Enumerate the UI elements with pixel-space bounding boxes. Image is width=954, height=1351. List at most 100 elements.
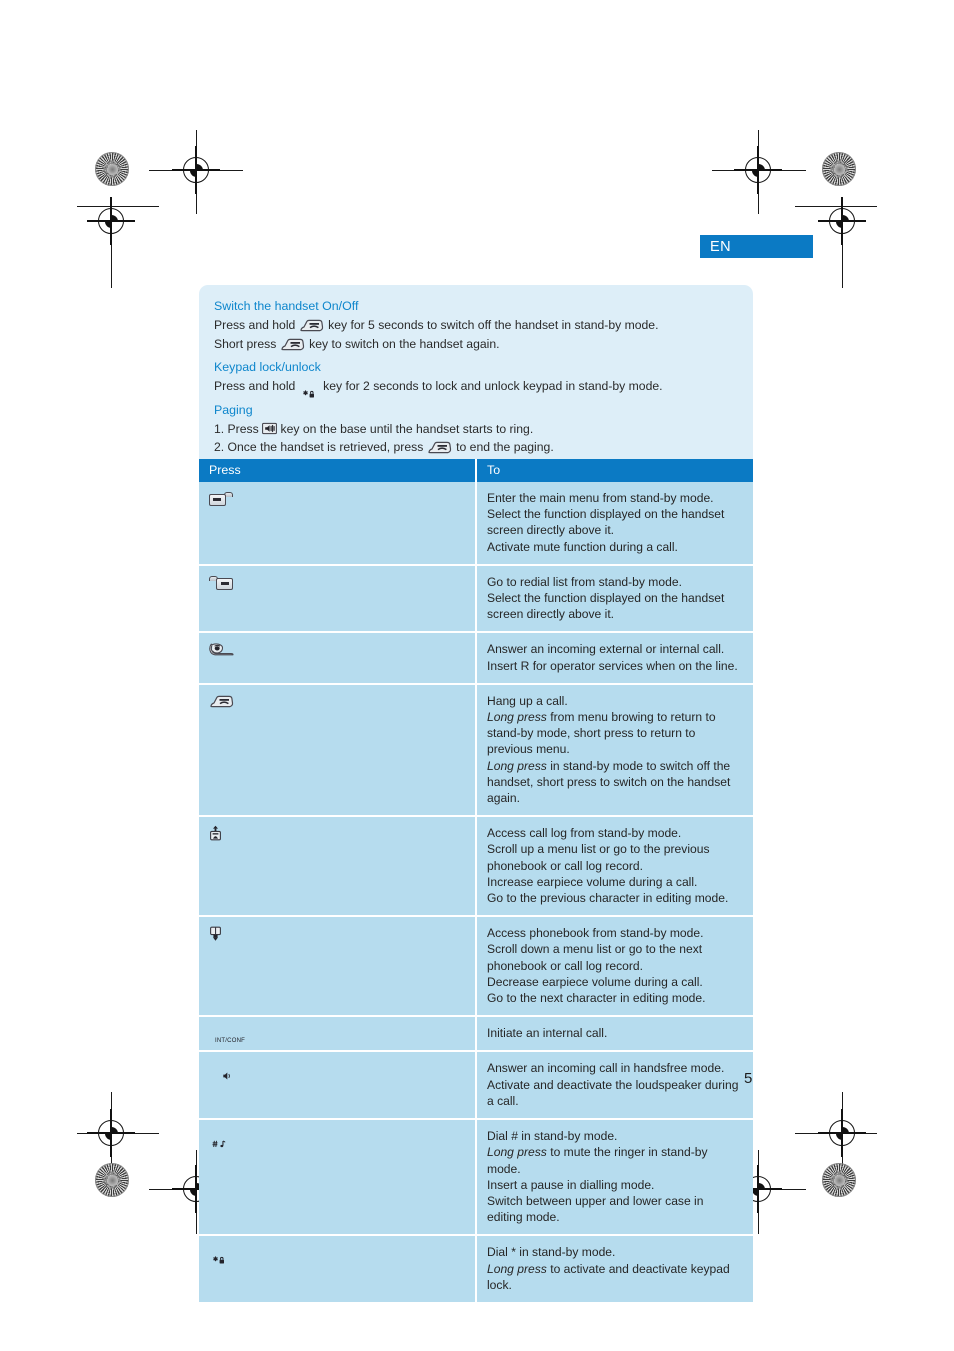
section-heading: Switch the handset On/Off [214,299,359,313]
instructions-panel: Switch the handset On/Off Press and hold… [199,285,753,470]
section-heading: Keypad lock/unlock [214,360,321,374]
description-line: Increase earpiece volume during a call. [487,874,698,889]
description-line: Long press to mute the ringer in stand-b… [487,1144,739,1176]
section-switch-handset: Switch the handset On/Off Press and hold… [214,297,737,353]
nav-up-key-icon [209,825,222,842]
press-cell: INT/CONF [199,1016,477,1053]
instruction-line: 1. Press key on the base until the hands… [214,420,737,439]
hangup-key-icon [427,440,453,455]
instruction-line: 2. Once the handset is retrieved, press … [214,438,737,457]
instruction-text-post: key on the base until the handset starts… [280,421,534,436]
description-line: Activate and deactivate the loudspeaker … [487,1077,739,1108]
instruction-line: Press and hold key for 2 seconds to lock… [214,377,737,398]
press-cell [199,1235,477,1302]
description-line: Activate mute function during a call. [487,539,678,554]
soft-key-left-icon [209,491,233,506]
press-cell [199,1051,477,1121]
description-line: Insert R for operator services when on t… [487,658,738,673]
registration-target-icon [87,1109,135,1157]
language-tab-label: EN [710,238,732,255]
instruction-text-pre: Press and hold [214,379,296,393]
description-line: Long press from menu browing to return t… [487,709,739,758]
description-cell: Dial # in stand-by mode. Long press to m… [476,1119,753,1237]
registration-target-icon [87,197,135,245]
description-line: Initiate an internal call. [487,1026,608,1041]
soft-key-right-icon [209,575,233,590]
instruction-line: Short press key to switch on the handset… [214,335,737,354]
table-header-row: Press To [199,459,753,482]
instruction-text-post: key to switch on the handset again. [309,336,500,351]
description-cell: Access phonebook from stand-by mode. Scr… [476,916,753,1018]
instruction-text-pre: 1. Press [214,421,259,436]
registration-target-icon [818,1109,866,1157]
description-line: Switch between upper and lower case in e… [487,1193,704,1225]
table-row: Dial * in stand-by mode. Long press to a… [199,1235,753,1302]
press-cell [199,916,477,1018]
table-row: Go to redial list from stand-by mode. Se… [199,564,753,634]
press-cell [199,564,477,634]
description-cell: Hang up a call. Long press from menu bro… [476,683,753,818]
description-line: Access call log from stand-by mode. [487,826,682,841]
description-line: Go to redial list from stand-by mode. [487,574,682,589]
description-line: Long press in stand-by mode to switch of… [487,758,739,807]
table-row: Answer an incoming external or internal … [199,632,753,685]
instruction-text-pre: Short press [214,336,277,351]
crop-mark-line [77,206,159,207]
table-row: Access phonebook from stand-by mode. Scr… [199,916,753,1018]
press-cell [199,816,477,918]
description-line: Dial * in stand-by mode. [487,1245,616,1260]
description-line: Dial # in stand-by mode. [487,1129,618,1144]
table-row: Answer an incoming call in handsfree mod… [199,1051,753,1121]
press-cell [199,683,477,818]
instruction-text-post: key for 2 seconds to lock and unlock key… [323,379,663,393]
long-press-label: Long press [487,1145,547,1160]
registration-star-icon [95,152,129,186]
section-keypad-lock: Keypad lock/unlock Press and hold key fo… [214,358,737,398]
description-line: Go to the previous character in editing … [487,891,729,906]
description-line: Hang up a call. [487,693,568,708]
press-cell [199,482,477,566]
hangup-key-icon [209,694,235,709]
nav-down-key-icon [209,925,222,942]
press-cell [199,1119,477,1237]
description-cell: Go to redial list from stand-by mode. Se… [476,564,753,634]
hangup-key-icon [299,318,325,333]
description-line: Scroll down a menu list or go to the nex… [487,942,703,973]
column-header-press: Press [199,459,477,482]
table-row: Enter the main menu from stand-by mode. … [199,482,753,566]
instruction-text-pre: 2. Once the handset is retrieved, press [214,440,424,454]
registration-star-icon [822,1163,856,1197]
description-cell: Answer an incoming call in handsfree mod… [476,1051,753,1121]
intercom-key-label: INT/CONF [215,1038,245,1045]
long-press-label: Long press [487,758,547,773]
description-line: Enter the main menu from stand-by mode. [487,491,714,505]
press-cell [199,632,477,685]
registration-star-icon [822,152,856,186]
description-line: Answer an incoming external or internal … [487,642,725,657]
description-line: Go to the next character in editing mode… [487,991,706,1006]
description-line: Select the function displayed on the han… [487,591,725,622]
description-line: Long press to activate and deactivate ke… [487,1261,739,1293]
table-row: Dial # in stand-by mode. Long press to m… [199,1119,753,1237]
description-cell: Enter the main menu from stand-by mode. … [476,482,753,566]
registration-target-icon [172,146,220,194]
description-line: Decrease earpiece volume during a call. [487,974,703,989]
hangup-key-icon [280,337,306,352]
instruction-text-pre: Press and hold [214,318,296,332]
language-tab-en: EN [700,235,813,258]
registration-target-icon [818,197,866,245]
registration-star-icon [95,1163,129,1197]
key-functions-table: Press To Enter the main menu from stand-… [199,459,753,1302]
description-cell: Initiate an internal call. [476,1016,753,1053]
registration-target-icon [734,146,782,194]
column-header-to: To [476,459,753,482]
table-row: Hang up a call. Long press from menu bro… [199,683,753,818]
table-row: Access call log from stand-by mode. Scro… [199,816,753,918]
instruction-text-post: key for 5 seconds to switch off the hand… [328,318,659,332]
talk-key-icon [209,642,235,657]
crop-mark-line [795,206,877,207]
section-paging: Paging 1. Press key on the base until th… [214,401,737,457]
description-cell: Access call log from stand-by mode. Scro… [476,816,753,918]
long-press-label: Long press [487,1261,547,1276]
page-number: 5 [744,1070,753,1087]
